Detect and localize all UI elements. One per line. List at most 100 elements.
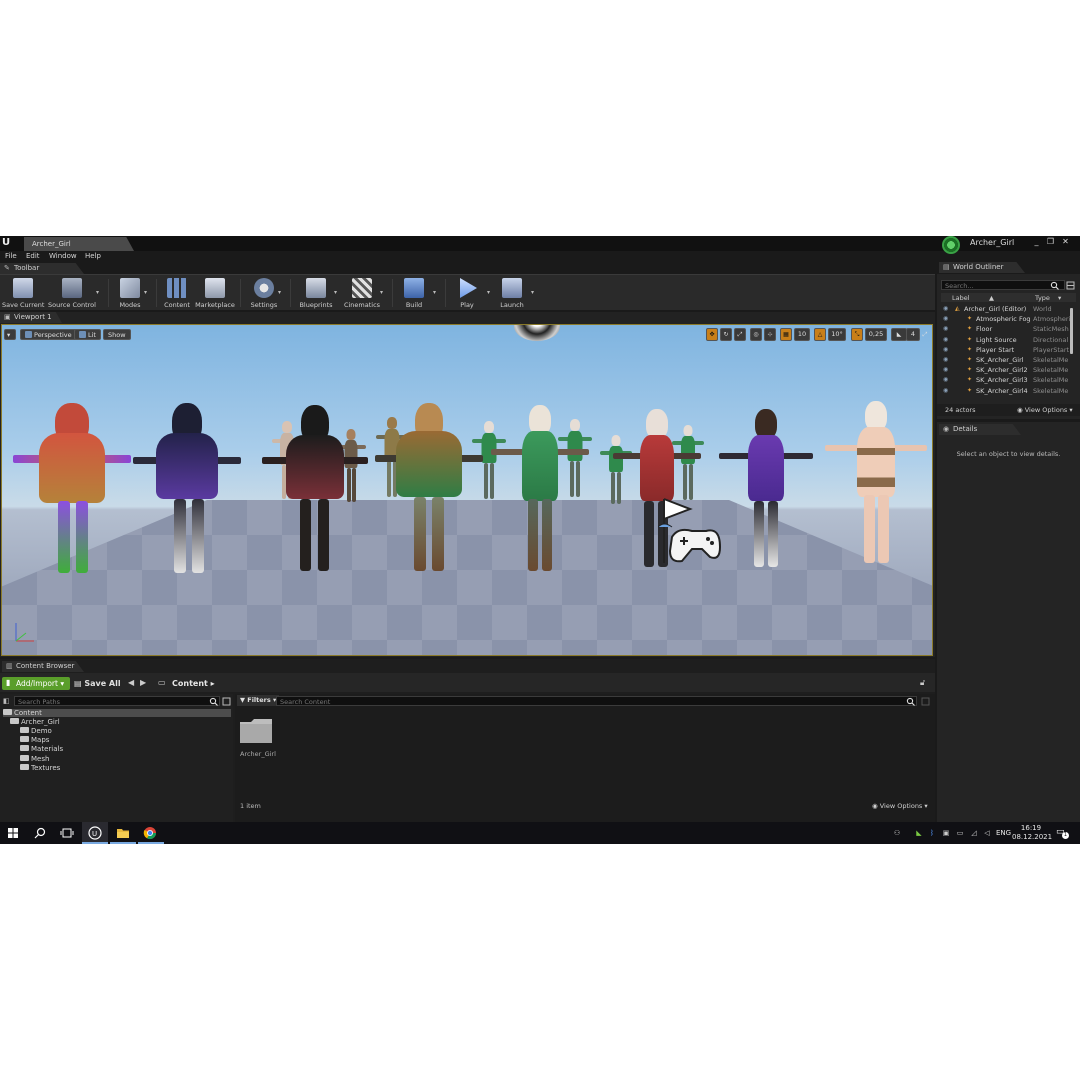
- notifications-button[interactable]: ▭ 1: [1056, 827, 1069, 839]
- folder-tree-item[interactable]: Maps: [20, 736, 49, 744]
- save-all-button[interactable]: ▤ Save All: [74, 679, 121, 688]
- rotate-tool-icon[interactable]: ↻: [720, 328, 732, 341]
- modes-dropdown-icon[interactable]: ▾: [144, 289, 150, 296]
- folder-tree-item[interactable]: Demo: [20, 727, 52, 735]
- path-breadcrumb[interactable]: Content ▸: [172, 679, 215, 688]
- lit-button[interactable]: Lit: [74, 329, 101, 340]
- outliner-row[interactable]: ◉ ◭ Archer_Girl (Editor) World: [941, 304, 1071, 314]
- blueprints-button[interactable]: Blueprints: [296, 277, 336, 309]
- network-icon[interactable]: ◿: [969, 828, 979, 838]
- nvidia-icon[interactable]: ◣: [914, 828, 924, 838]
- outliner-view-icon[interactable]: [1066, 281, 1075, 290]
- paths-view-icon[interactable]: [222, 697, 231, 706]
- scale-snap-icon[interactable]: ⤡: [851, 328, 863, 341]
- marketplace-button[interactable]: Marketplace: [194, 277, 236, 309]
- character-black-cloak[interactable]: [260, 405, 370, 573]
- close-button[interactable]: ✕: [1059, 236, 1072, 248]
- scale-tool-icon[interactable]: ⤢: [734, 328, 746, 341]
- tray-app-icon[interactable]: ▣: [941, 828, 951, 838]
- archer-girl-folder-icon[interactable]: [239, 718, 273, 744]
- camera-speed-value[interactable]: 4: [906, 328, 920, 341]
- visibility-eye-icon[interactable]: ◉: [943, 387, 951, 394]
- maximize-viewport-icon[interactable]: ⤢: [920, 329, 930, 342]
- character-purple-cloak[interactable]: [132, 403, 242, 575]
- outliner-row[interactable]: ◉ ✦ Player Start PlayerStart: [941, 345, 1071, 355]
- chrome-icon[interactable]: [143, 826, 157, 840]
- character-red-hood[interactable]: [12, 403, 132, 575]
- outliner-row[interactable]: ◉ ✦ SK_Archer_Girl4 SkeletalMe: [941, 386, 1071, 396]
- search-content-input[interactable]: Search Content: [276, 696, 917, 706]
- menu-file[interactable]: File: [5, 252, 17, 260]
- menu-window[interactable]: Window: [49, 252, 77, 260]
- task-view-icon[interactable]: [60, 826, 74, 840]
- settings-dropdown-icon[interactable]: ▾: [278, 289, 284, 296]
- visibility-eye-icon[interactable]: ◉: [943, 305, 951, 312]
- cinematics-dropdown-icon[interactable]: ▾: [380, 289, 386, 296]
- blueprints-dropdown-icon[interactable]: ▾: [334, 289, 340, 296]
- search-icon[interactable]: [33, 826, 47, 840]
- rotation-snap-icon[interactable]: △: [814, 328, 826, 341]
- outliner-row[interactable]: ◉ ✦ Floor StaticMesh: [941, 324, 1071, 334]
- search-icon[interactable]: [209, 697, 218, 706]
- menu-help[interactable]: Help: [85, 252, 101, 260]
- search-icon[interactable]: [906, 697, 915, 706]
- content-browser-tab[interactable]: ▥ Content Browser: [2, 661, 84, 672]
- toolbar-tab[interactable]: ✎ Toolbar: [0, 263, 84, 274]
- bluetooth-icon[interactable]: ᛒ: [927, 828, 937, 838]
- maximize-button[interactable]: ❐: [1044, 236, 1057, 248]
- visibility-eye-icon[interactable]: ◉: [943, 336, 951, 343]
- menu-edit[interactable]: Edit: [26, 252, 40, 260]
- content-view-options[interactable]: ◉ View Options ▾: [872, 802, 928, 810]
- character-brown-cloak[interactable]: [374, 403, 484, 573]
- perspective-button[interactable]: Perspective: [20, 329, 77, 340]
- source-control-dropdown-icon[interactable]: ▾: [96, 289, 102, 296]
- play-dropdown-icon[interactable]: ▾: [487, 289, 493, 296]
- build-dropdown-icon[interactable]: ▾: [433, 289, 439, 296]
- lock-icon[interactable]: 🔓︎: [920, 678, 925, 688]
- content-button[interactable]: Content: [160, 277, 194, 309]
- minimize-button[interactable]: _: [1030, 236, 1043, 248]
- level-tab[interactable]: Archer_Girl: [24, 237, 134, 251]
- grid-snap-icon[interactable]: ▦: [780, 328, 792, 341]
- save-current-button[interactable]: Save Current: [2, 277, 44, 309]
- viewport-tab[interactable]: ▣ Viewport 1: [0, 312, 62, 323]
- scale-snap-value[interactable]: 0,25: [865, 328, 887, 341]
- folder-tree-item[interactable]: Textures: [20, 763, 60, 772]
- source-control-button[interactable]: Source Control: [48, 277, 96, 309]
- outliner-row[interactable]: ◉ ✦ Light Source Directional: [941, 335, 1071, 345]
- filters-button[interactable]: ▼ Filters ▾: [237, 695, 280, 706]
- outliner-row[interactable]: ◉ ✦ SK_Archer_Girl3 SkeletalMe: [941, 375, 1071, 385]
- search-paths-input[interactable]: Search Paths: [14, 696, 220, 706]
- launch-button[interactable]: Launch: [496, 277, 528, 309]
- folder-tree-item[interactable]: Materials: [20, 745, 63, 753]
- player-start-gamepad-icon[interactable]: [658, 497, 722, 569]
- translate-tool-icon[interactable]: ✥: [706, 328, 718, 341]
- outliner-search-input[interactable]: Search...: [941, 280, 1065, 290]
- file-explorer-icon[interactable]: [116, 826, 130, 840]
- character-purple-archer[interactable]: [718, 409, 814, 569]
- volume-icon[interactable]: ◁: [982, 828, 992, 838]
- level-viewport[interactable]: ▾ Perspective Lit Show ✥ ↻ ⤢ ◎ ⊹ ▦ 10 △ …: [1, 324, 933, 656]
- rotation-snap-value[interactable]: 10°: [828, 328, 846, 341]
- show-button[interactable]: Show: [103, 329, 131, 340]
- battery-icon[interactable]: ▭: [955, 828, 965, 838]
- visibility-eye-icon[interactable]: ◉: [943, 346, 951, 353]
- outliner-scrollbar[interactable]: [1070, 308, 1073, 354]
- outliner-row[interactable]: ◉ ✦ Atmospheric Fog Atmospheric: [941, 314, 1071, 324]
- windows-start-icon[interactable]: [6, 826, 20, 840]
- modes-button[interactable]: Modes: [112, 277, 148, 309]
- build-button[interactable]: Build: [398, 277, 430, 309]
- outliner-col-label[interactable]: Label: [952, 294, 970, 302]
- asset-folder-label[interactable]: Archer_Girl: [240, 750, 276, 758]
- details-tab[interactable]: ◉ Details: [939, 424, 1021, 435]
- cinematics-button[interactable]: Cinematics: [342, 277, 382, 309]
- visibility-eye-icon[interactable]: ◉: [943, 315, 951, 322]
- forward-arrow-icon[interactable]: ▶: [140, 678, 146, 687]
- character-green-archer[interactable]: [490, 405, 590, 573]
- character-base-body[interactable]: [824, 401, 928, 565]
- back-arrow-icon[interactable]: ◀: [128, 678, 134, 687]
- outliner-view-options[interactable]: ◉ View Options ▾: [1017, 406, 1073, 414]
- settings-button[interactable]: Settings: [246, 277, 282, 309]
- add-import-button[interactable]: ▮ Add/Import ▾: [2, 677, 70, 690]
- visibility-eye-icon[interactable]: ◉: [943, 376, 951, 383]
